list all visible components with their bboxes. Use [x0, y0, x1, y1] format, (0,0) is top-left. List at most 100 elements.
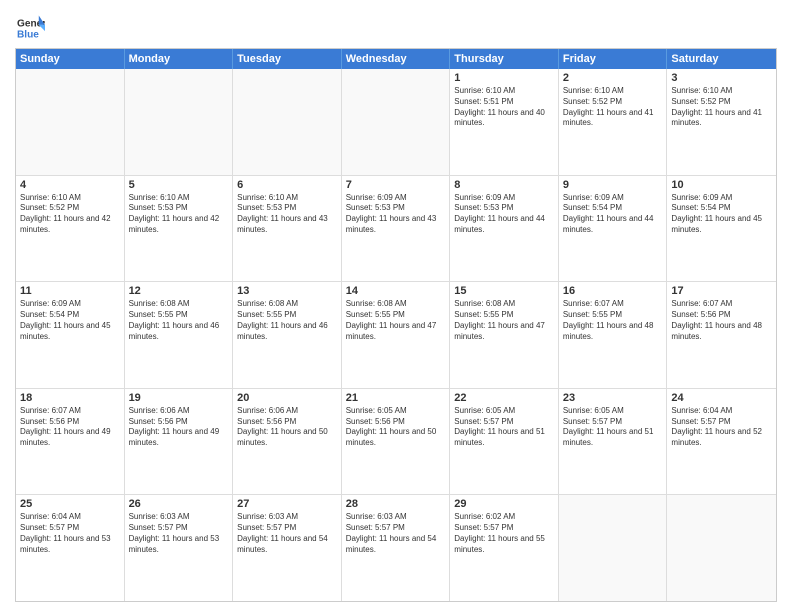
cell-info: Sunrise: 6:03 AMSunset: 5:57 PMDaylight:… — [346, 512, 446, 555]
calendar-cell: 7 Sunrise: 6:09 AMSunset: 5:53 PMDaylight… — [342, 176, 451, 282]
calendar-week-4: 18 Sunrise: 6:07 AMSunset: 5:56 PMDayligh… — [16, 389, 776, 496]
cell-info: Sunrise: 6:04 AMSunset: 5:57 PMDaylight:… — [671, 406, 772, 449]
calendar-cell: 6 Sunrise: 6:10 AMSunset: 5:53 PMDaylight… — [233, 176, 342, 282]
cell-info: Sunrise: 6:07 AMSunset: 5:56 PMDaylight:… — [20, 406, 120, 449]
day-number: 18 — [20, 392, 120, 404]
day-number: 14 — [346, 285, 446, 297]
day-header-wednesday: Wednesday — [342, 49, 451, 69]
cell-info: Sunrise: 6:05 AMSunset: 5:56 PMDaylight:… — [346, 406, 446, 449]
day-number: 17 — [671, 285, 772, 297]
day-header-tuesday: Tuesday — [233, 49, 342, 69]
calendar-cell: 10Sunrise: 6:09 AMSunset: 5:54 PMDayligh… — [667, 176, 776, 282]
cell-info: Sunrise: 6:10 AMSunset: 5:52 PMDaylight:… — [563, 86, 663, 129]
calendar-week-5: 25 Sunrise: 6:04 AMSunset: 5:57 PMDayligh… — [16, 495, 776, 601]
day-number: 7 — [346, 179, 446, 191]
calendar-cell: 20 Sunrise: 6:06 AMSunset: 5:56 PMDayligh… — [233, 389, 342, 495]
cell-info: Sunrise: 6:10 AMSunset: 5:53 PMDaylight:… — [129, 193, 229, 236]
cell-info: Sunrise: 6:09 AMSunset: 5:54 PMDaylight:… — [20, 299, 120, 342]
day-number: 25 — [20, 498, 120, 510]
day-number: 9 — [563, 179, 663, 191]
day-number: 27 — [237, 498, 337, 510]
day-number: 5 — [129, 179, 229, 191]
calendar-cell: 16Sunrise: 6:07 AMSunset: 5:55 PMDayligh… — [559, 282, 668, 388]
cell-info: Sunrise: 6:06 AMSunset: 5:56 PMDaylight:… — [129, 406, 229, 449]
day-number: 11 — [20, 285, 120, 297]
day-number: 2 — [563, 72, 663, 84]
day-number: 6 — [237, 179, 337, 191]
calendar-cell: 8Sunrise: 6:09 AMSunset: 5:53 PMDaylight… — [450, 176, 559, 282]
day-number: 22 — [454, 392, 554, 404]
day-number: 13 — [237, 285, 337, 297]
day-header-sunday: Sunday — [16, 49, 125, 69]
cell-info: Sunrise: 6:10 AMSunset: 5:51 PMDaylight:… — [454, 86, 554, 129]
calendar-cell: 25 Sunrise: 6:04 AMSunset: 5:57 PMDayligh… — [16, 495, 125, 601]
day-number: 15 — [454, 285, 554, 297]
calendar-cell: 26 Sunrise: 6:03 AMSunset: 5:57 PMDayligh… — [125, 495, 234, 601]
calendar-cell — [559, 495, 668, 601]
cell-info: Sunrise: 6:07 AMSunset: 5:55 PMDaylight:… — [563, 299, 663, 342]
cell-info: Sunrise: 6:08 AMSunset: 5:55 PMDaylight:… — [454, 299, 554, 342]
cell-info: Sunrise: 6:04 AMSunset: 5:57 PMDaylight:… — [20, 512, 120, 555]
calendar-week-2: 4 Sunrise: 6:10 AMSunset: 5:52 PMDaylight… — [16, 176, 776, 283]
day-number: 19 — [129, 392, 229, 404]
day-number: 12 — [129, 285, 229, 297]
svg-text:Blue: Blue — [17, 29, 39, 40]
calendar-cell: 4 Sunrise: 6:10 AMSunset: 5:52 PMDaylight… — [16, 176, 125, 282]
day-number: 20 — [237, 392, 337, 404]
calendar-cell: 13 Sunrise: 6:08 AMSunset: 5:55 PMDayligh… — [233, 282, 342, 388]
calendar-cell: 29 Sunrise: 6:02 AMSunset: 5:57 PMDayligh… — [450, 495, 559, 601]
calendar-cell: 15 Sunrise: 6:08 AMSunset: 5:55 PMDayligh… — [450, 282, 559, 388]
calendar-cell: 3Sunrise: 6:10 AMSunset: 5:52 PMDaylight… — [667, 69, 776, 175]
calendar-cell — [125, 69, 234, 175]
calendar-cell: 22 Sunrise: 6:05 AMSunset: 5:57 PMDayligh… — [450, 389, 559, 495]
calendar: SundayMondayTuesdayWednesdayThursdayFrid… — [15, 48, 777, 602]
calendar-cell: 14 Sunrise: 6:08 AMSunset: 5:55 PMDayligh… — [342, 282, 451, 388]
calendar-header: SundayMondayTuesdayWednesdayThursdayFrid… — [16, 49, 776, 69]
day-number: 26 — [129, 498, 229, 510]
cell-info: Sunrise: 6:09 AMSunset: 5:54 PMDaylight:… — [671, 193, 772, 236]
calendar-cell: 1 Sunrise: 6:10 AMSunset: 5:51 PMDaylight… — [450, 69, 559, 175]
day-header-saturday: Saturday — [667, 49, 776, 69]
calendar-body: 1 Sunrise: 6:10 AMSunset: 5:51 PMDaylight… — [16, 69, 776, 601]
calendar-cell: 27 Sunrise: 6:03 AMSunset: 5:57 PMDayligh… — [233, 495, 342, 601]
cell-info: Sunrise: 6:08 AMSunset: 5:55 PMDaylight:… — [346, 299, 446, 342]
cell-info: Sunrise: 6:05 AMSunset: 5:57 PMDaylight:… — [454, 406, 554, 449]
cell-info: Sunrise: 6:08 AMSunset: 5:55 PMDaylight:… — [237, 299, 337, 342]
day-number: 28 — [346, 498, 446, 510]
calendar-week-1: 1 Sunrise: 6:10 AMSunset: 5:51 PMDaylight… — [16, 69, 776, 176]
cell-info: Sunrise: 6:03 AMSunset: 5:57 PMDaylight:… — [129, 512, 229, 555]
cell-info: Sunrise: 6:06 AMSunset: 5:56 PMDaylight:… — [237, 406, 337, 449]
calendar-cell: 17 Sunrise: 6:07 AMSunset: 5:56 PMDayligh… — [667, 282, 776, 388]
day-number: 4 — [20, 179, 120, 191]
cell-info: Sunrise: 6:08 AMSunset: 5:55 PMDaylight:… — [129, 299, 229, 342]
day-number: 1 — [454, 72, 554, 84]
day-header-monday: Monday — [125, 49, 234, 69]
cell-info: Sunrise: 6:05 AMSunset: 5:57 PMDaylight:… — [563, 406, 663, 449]
calendar-cell: 19 Sunrise: 6:06 AMSunset: 5:56 PMDayligh… — [125, 389, 234, 495]
page-header: General Blue — [15, 10, 777, 42]
cell-info: Sunrise: 6:02 AMSunset: 5:57 PMDaylight:… — [454, 512, 554, 555]
day-number: 8 — [454, 179, 554, 191]
calendar-week-3: 11 Sunrise: 6:09 AMSunset: 5:54 PMDayligh… — [16, 282, 776, 389]
calendar-cell: 21 Sunrise: 6:05 AMSunset: 5:56 PMDayligh… — [342, 389, 451, 495]
calendar-cell — [667, 495, 776, 601]
cell-info: Sunrise: 6:07 AMSunset: 5:56 PMDaylight:… — [671, 299, 772, 342]
calendar-cell: 2 Sunrise: 6:10 AMSunset: 5:52 PMDaylight… — [559, 69, 668, 175]
day-header-friday: Friday — [559, 49, 668, 69]
calendar-cell — [233, 69, 342, 175]
cell-info: Sunrise: 6:09 AMSunset: 5:53 PMDaylight:… — [346, 193, 446, 236]
cell-info: Sunrise: 6:10 AMSunset: 5:52 PMDaylight:… — [671, 86, 772, 129]
cell-info: Sunrise: 6:10 AMSunset: 5:52 PMDaylight:… — [20, 193, 120, 236]
day-header-thursday: Thursday — [450, 49, 559, 69]
day-number: 23 — [563, 392, 663, 404]
cell-info: Sunrise: 6:10 AMSunset: 5:53 PMDaylight:… — [237, 193, 337, 236]
day-number: 24 — [671, 392, 772, 404]
cell-info: Sunrise: 6:03 AMSunset: 5:57 PMDaylight:… — [237, 512, 337, 555]
day-number: 29 — [454, 498, 554, 510]
logo: General Blue — [15, 14, 45, 42]
cell-info: Sunrise: 6:09 AMSunset: 5:54 PMDaylight:… — [563, 193, 663, 236]
calendar-cell: 23 Sunrise: 6:05 AMSunset: 5:57 PMDayligh… — [559, 389, 668, 495]
logo-icon: General Blue — [17, 14, 45, 42]
calendar-cell: 9 Sunrise: 6:09 AMSunset: 5:54 PMDaylight… — [559, 176, 668, 282]
day-number: 21 — [346, 392, 446, 404]
